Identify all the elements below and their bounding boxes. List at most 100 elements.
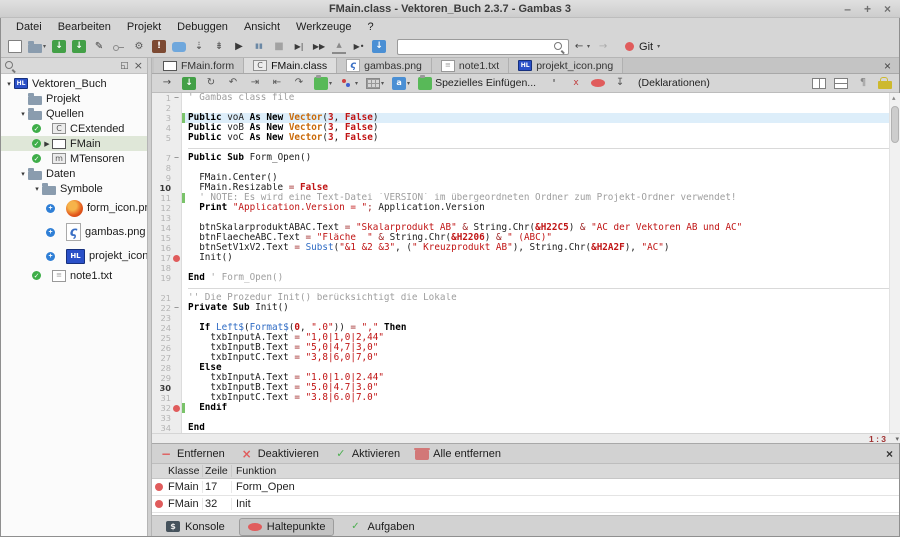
sidebar-item-mtensoren[interactable]: ✓mMTensoren	[0, 151, 147, 166]
remove-breakpoint-button[interactable]: −Entfernen	[159, 446, 225, 461]
tree-expander-icon[interactable]: ▾	[32, 185, 42, 193]
detach-icon[interactable]: ◱	[120, 61, 129, 71]
tab-gambas-png[interactable]: ςgambas.png	[337, 58, 432, 73]
goto-line-button[interactable]: →	[157, 73, 177, 93]
tab-konsole[interactable]: $Konsole	[157, 518, 234, 536]
sidebar-item-projekt[interactable]: Projekt	[0, 91, 147, 106]
comment-button[interactable]	[169, 37, 189, 57]
breakpoint-dot-icon[interactable]	[173, 405, 180, 412]
properties-button[interactable]: ⚙	[129, 37, 149, 57]
toggle-breakpoint-button[interactable]	[588, 73, 608, 93]
pause-button[interactable]: ▮▮	[249, 37, 269, 57]
tab-haltepunkte[interactable]: Haltepunkte	[239, 518, 335, 536]
save-all-button[interactable]: ↓	[69, 37, 89, 57]
goto-bottom-button[interactable]: ↧	[610, 73, 630, 93]
git-caret-icon[interactable]: ▾	[657, 43, 660, 50]
sidebar-item-form-icon-png[interactable]: +form_icon.png	[0, 196, 147, 220]
download-button[interactable]: ↓	[369, 37, 389, 57]
remove-all-breakpoints-button[interactable]: Alle entfernen	[415, 448, 501, 460]
tab-note1-txt[interactable]: ≡note1.txt	[432, 58, 509, 73]
tab-close-button[interactable]: ×	[875, 59, 900, 73]
open-project-button[interactable]: ▾	[25, 37, 49, 57]
filter-icon[interactable]	[4, 60, 16, 72]
undo-button[interactable]: ↶	[223, 73, 243, 93]
sidebar-item-note1-txt[interactable]: ✓≡note1.txt	[0, 268, 147, 283]
menu-projekt[interactable]: Projekt	[119, 20, 169, 34]
split-vertical-button[interactable]	[809, 73, 829, 93]
deactivate-breakpoint-button[interactable]: ×Deaktivieren	[240, 446, 319, 461]
redo-button[interactable]: ↷	[289, 73, 309, 93]
scrollbar-up-icon[interactable]: ▴	[892, 94, 896, 102]
scrollbar-thumb[interactable]	[891, 106, 899, 143]
insert-char-dropdown[interactable]: a▾	[389, 73, 413, 93]
breakpoint-dot-icon[interactable]	[173, 255, 180, 262]
unindent-button[interactable]: ⇤	[267, 73, 287, 93]
step-over-button[interactable]: ▶▶	[309, 37, 329, 57]
sidebar-item-projekt-icon-png[interactable]: +HLprojekt_icon.png	[0, 244, 147, 268]
split-horizontal-button[interactable]	[831, 73, 851, 93]
minimize-button[interactable]: –	[844, 2, 851, 16]
lock-button[interactable]	[875, 73, 895, 93]
activate-breakpoint-button[interactable]: ✓Aktivieren	[334, 446, 400, 461]
menu-[interactable]: ?	[359, 20, 381, 34]
uncomment-button[interactable]: x	[566, 73, 586, 93]
declarations-dropdown[interactable]: (Deklarationen)	[632, 73, 716, 93]
back-button[interactable]: ← ▾	[569, 37, 593, 57]
code-editor[interactable]: 1−' Gambas class file23Public voA As New…	[152, 93, 900, 433]
insert-color-dropdown[interactable]: ▾	[337, 73, 361, 93]
menu-werkzeuge[interactable]: Werkzeuge	[288, 20, 359, 34]
git-button[interactable]: Git	[639, 41, 653, 53]
stop-button[interactable]: ■	[269, 37, 289, 57]
sidebar-item-gambas-png[interactable]: +ςgambas.png	[0, 220, 147, 244]
fold-marker-icon[interactable]: −	[171, 153, 182, 163]
maximize-button[interactable]: +	[864, 2, 871, 16]
tree-expander-icon[interactable]: ▾	[18, 170, 28, 178]
run-to-cursor-button[interactable]: ⇣	[189, 37, 209, 57]
tree-expander-icon[interactable]: ▶	[42, 140, 52, 148]
make-executable-button[interactable]: !	[149, 37, 169, 57]
comment-button[interactable]: '	[544, 73, 564, 93]
tab-projekt-icon-png[interactable]: HLprojekt_icon.png	[509, 58, 623, 73]
close-button[interactable]: ×	[884, 2, 891, 16]
column-header-funktion[interactable]: Funktion	[232, 465, 900, 477]
menu-datei[interactable]: Datei	[8, 20, 50, 34]
sidebar-item-cextended[interactable]: ✓CCExtended	[0, 121, 147, 136]
special-paste-button[interactable]: Spezielles Einfügen...	[415, 73, 542, 93]
new-file-button[interactable]	[5, 37, 25, 57]
sidebar-item-quellen[interactable]: ▾Quellen	[0, 106, 147, 121]
breakpoint-gutter[interactable]	[171, 255, 182, 262]
menu-debuggen[interactable]: Debuggen	[169, 20, 236, 34]
editor-scrollbar[interactable]: ▴	[889, 93, 900, 433]
run-button[interactable]: ▶	[229, 37, 249, 57]
reload-button[interactable]: ↻	[201, 73, 221, 93]
tab-aufgaben[interactable]: ✓Aufgaben	[339, 516, 423, 537]
scrollbar-down-icon[interactable]: ▾	[895, 435, 899, 443]
search-input[interactable]	[403, 40, 553, 53]
tab-fmain-form[interactable]: FMain.form	[154, 58, 244, 73]
paste-special-dropdown[interactable]: ▾	[311, 73, 335, 93]
step-button[interactable]: ▶|	[289, 37, 309, 57]
sidebar-item-symbole[interactable]: ▾Symbole	[0, 181, 147, 196]
tab-fmain-class[interactable]: CFMain.class	[244, 58, 337, 73]
fold-marker-icon[interactable]: −	[171, 93, 182, 103]
indent-button[interactable]: ⇥	[245, 73, 265, 93]
sidebar-item-vektoren-buch[interactable]: ▾HLVektoren_Buch	[0, 76, 147, 91]
save-button[interactable]: ↓	[179, 73, 199, 93]
save-project-button[interactable]: ↓	[49, 37, 69, 57]
column-header-zeile[interactable]: Zeile	[203, 465, 232, 477]
fold-marker-icon[interactable]: −	[171, 303, 182, 313]
edit-button[interactable]: ✎	[89, 37, 109, 57]
menu-ansicht[interactable]: Ansicht	[236, 20, 288, 34]
finish-button[interactable]: ▶•	[349, 37, 369, 57]
sidebar-close-icon[interactable]: ×	[134, 59, 143, 72]
breakpoint-row[interactable]: FMain17Form_Open	[152, 479, 900, 496]
insert-table-dropdown[interactable]: ▾	[363, 73, 387, 93]
tree-expander-icon[interactable]: ▾	[18, 110, 28, 118]
forward-button[interactable]: →	[593, 37, 613, 57]
panel-close-button[interactable]: ×	[886, 447, 893, 461]
breakpoint-row[interactable]: FMain32Init	[152, 496, 900, 513]
connect-button[interactable]	[109, 37, 129, 57]
show-whitespace-button[interactable]: ¶	[853, 73, 873, 93]
tree-expander-icon[interactable]: ▾	[4, 80, 14, 88]
menu-bearbeiten[interactable]: Bearbeiten	[50, 20, 119, 34]
